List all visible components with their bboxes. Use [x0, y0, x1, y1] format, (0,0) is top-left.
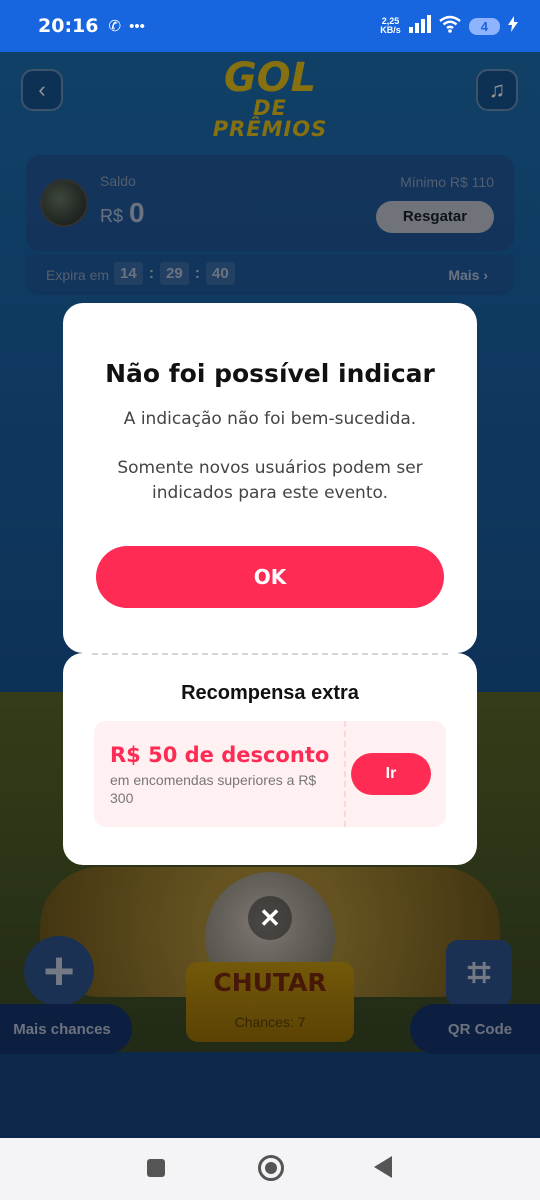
back-triangle-icon[interactable]: [374, 1156, 392, 1178]
whatsapp-icon: ✆: [108, 18, 122, 35]
close-icon[interactable]: ✕: [248, 896, 292, 940]
go-button[interactable]: Ir: [351, 753, 431, 795]
status-bar: 20:16 ✆ ••• 2,25 KB/s 4: [0, 0, 540, 52]
extra-reward-card: Recompensa extra R$ 50 de desconto em en…: [63, 653, 477, 865]
coupon-divider: [344, 721, 346, 827]
coupon-amount: R$ 50 de desconto: [110, 743, 330, 767]
navigation-bar: [0, 1138, 540, 1200]
coupon: R$ 50 de desconto em encomendas superior…: [94, 721, 446, 827]
referral-failed-dialog: Não foi possível indicar A indicação não…: [63, 303, 477, 653]
network-speed: 2,25 KB/s: [380, 16, 401, 35]
dialog-divider: [92, 653, 448, 655]
dialog-message: A indicação não foi bem-sucedida.: [123, 409, 417, 429]
recent-apps-icon[interactable]: [147, 1159, 165, 1177]
battery-indicator: 4: [468, 17, 500, 35]
ok-button[interactable]: OK: [96, 546, 444, 608]
coupon-description: em encomendas superiores a R$ 300: [110, 772, 317, 806]
charging-icon: [508, 15, 518, 37]
dialog-message-secondary: Somente novos usuários podem ser indicad…: [117, 458, 423, 503]
more-notifications-icon: •••: [129, 17, 145, 35]
reward-title: Recompensa extra: [181, 682, 359, 704]
home-icon[interactable]: [258, 1155, 284, 1181]
wifi-icon: [438, 15, 461, 38]
clock: 20:16: [38, 15, 99, 37]
signal-icon: [408, 14, 431, 38]
dialog-title: Não foi possível indicar: [105, 359, 435, 388]
